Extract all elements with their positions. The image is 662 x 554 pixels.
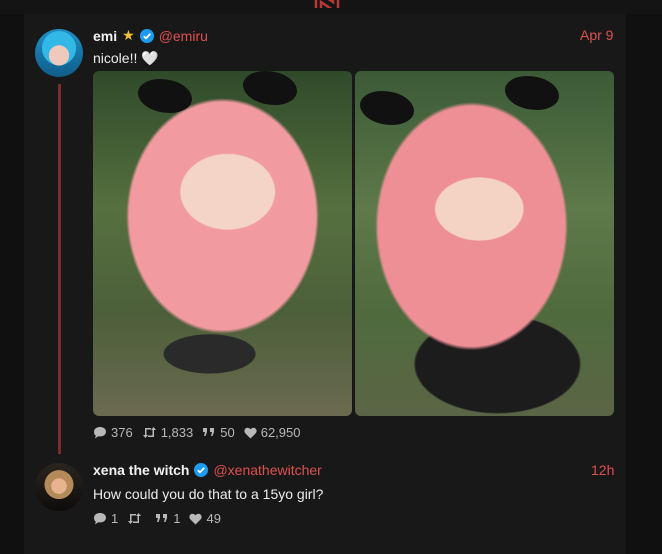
bow-shape [505,76,559,110]
bow-shape [138,79,192,113]
repost-button[interactable] [127,512,146,525]
quote-count: 50 [220,425,235,440]
like-button[interactable]: 49 [189,511,221,526]
reply-icon [94,513,106,525]
quote-icon [156,513,168,522]
reply-stats: 1 1 49 [93,511,230,526]
reply-timestamp[interactable]: 12h [591,462,614,478]
author-handle[interactable]: @emiru [159,28,208,44]
post-stats: 376 1,833 50 62,950 [93,425,309,440]
reply-button[interactable]: 1 [93,511,118,526]
author-name[interactable]: xena the witch [93,462,189,478]
reply-text: How could you do that to a 15yo girl? [93,486,324,502]
post-header: emi ★ @emiru [93,27,208,44]
post-timestamp[interactable]: Apr 9 [580,27,613,43]
bow-shape [360,91,414,125]
top-bar [0,0,662,14]
post-image-2[interactable] [355,71,614,416]
author-name[interactable]: emi [93,28,117,44]
post-image-1[interactable] [93,71,352,416]
quote-count: 1 [173,511,181,526]
bow-shape [243,71,297,105]
verified-icon [139,28,154,43]
star-icon: ★ [122,27,135,43]
verified-icon [194,463,209,477]
like-count: 62,950 [260,425,301,440]
reply-count: 376 [111,425,133,440]
reply-count: 1 [111,511,119,526]
repost-icon [142,427,156,438]
quote-icon [203,427,215,436]
repost-button[interactable]: 1,833 [142,425,194,440]
avatar[interactable] [35,463,83,511]
author-handle[interactable]: @xenathewitcher [213,462,321,478]
repost-count: 1,833 [160,425,194,440]
thread-connector [58,84,61,454]
reply-icon [94,427,106,439]
quote-button[interactable]: 1 [155,511,180,526]
repost-icon [128,513,142,524]
quote-button[interactable]: 50 [202,425,235,440]
heart-icon [189,513,203,524]
heart-icon [244,427,257,438]
reply-button[interactable]: 376 [93,425,133,440]
like-button[interactable]: 62,950 [244,425,301,440]
post-text: nicole!! 🤍 [93,50,159,66]
reply-header: xena the witch @xenathewitcher [93,462,322,478]
app-logo-icon[interactable] [313,0,341,8]
avatar[interactable] [35,29,83,77]
like-count: 49 [206,511,221,526]
